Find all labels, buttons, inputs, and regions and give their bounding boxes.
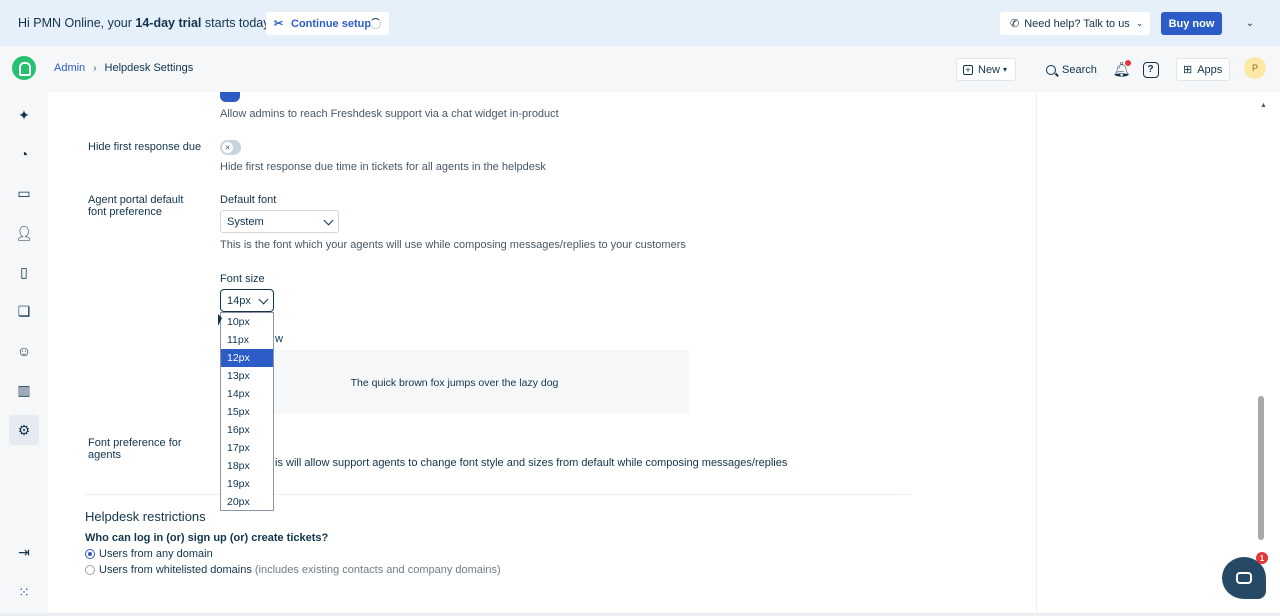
help-button[interactable]: ? xyxy=(1139,58,1162,81)
help-icon: ? xyxy=(1142,61,1159,78)
need-help-label: Need help? Talk to us xyxy=(1024,17,1130,30)
trial-text-bold: 14-day trial xyxy=(135,16,202,30)
default-font-description: This is the font which your agents will … xyxy=(220,239,686,251)
plus-square-icon: + xyxy=(963,64,973,75)
font-pref-agents-description: is will allow support agents to change f… xyxy=(275,457,788,469)
notification-dot xyxy=(1125,60,1131,66)
scroll-up-arrow-icon[interactable]: ▲ xyxy=(1260,102,1267,109)
font-pref-agents-label-line2: agents xyxy=(88,449,122,461)
search-label: Search xyxy=(1062,63,1097,76)
top-header: Admin › Helpdesk Settings + New ▾ Search… xyxy=(0,46,1280,92)
radio-whitelisted-hint: (includes existing contacts and company … xyxy=(254,564,501,576)
chevron-down-icon: ⌄ xyxy=(1135,18,1144,28)
font-preview-text: The quick brown fox jumps over the lazy … xyxy=(350,377,559,389)
agent-portal-font-label: Agent portal default xyxy=(88,194,184,206)
font-size-option[interactable]: 12px xyxy=(221,349,273,367)
breadcrumb: Admin › Helpdesk Settings xyxy=(54,62,193,74)
caret-down-icon: ▾ xyxy=(1003,65,1008,74)
avatar[interactable]: P xyxy=(1244,57,1266,79)
trial-text-prefix: Hi PMN Online, your xyxy=(18,16,136,30)
preview-label: w xyxy=(275,333,283,345)
trial-banner-text: Hi PMN Online, your 14-day trial starts … xyxy=(18,16,272,30)
font-pref-agents-label: Font preference for xyxy=(88,437,182,449)
font-preview-box: The quick brown fox jumps over the lazy … xyxy=(220,350,689,414)
radio-any-domain-label: Users from any domain xyxy=(99,548,213,560)
tools-icon: ✂ xyxy=(274,17,284,30)
radio-whitelisted-label: Users from whitelisted domains xyxy=(99,564,252,576)
radio-any-domain[interactable]: Users from any domain xyxy=(85,548,213,560)
phone-icon: ✆ xyxy=(1010,18,1020,30)
reports-icon[interactable]: ▥ xyxy=(9,375,39,405)
apps-grid-icon: ⊞ xyxy=(1183,64,1193,76)
new-label: New xyxy=(978,63,1001,76)
apps-button[interactable]: ⊞ Apps xyxy=(1176,58,1230,81)
font-size-select[interactable]: 14px xyxy=(220,289,274,312)
bot-icon[interactable]: ☺ xyxy=(9,336,39,366)
font-size-dropdown-list: 10px 11px 12px 13px 14px 15px 16px 17px 18px 19px… xyxy=(220,312,274,511)
sparkle-icon[interactable]: ✦ xyxy=(9,100,39,130)
chat-bubble-icon xyxy=(1236,572,1252,584)
tickets-icon[interactable]: ▭ xyxy=(9,178,39,208)
default-font-value: System xyxy=(227,215,264,228)
notifications-button[interactable]: 🔔︎ xyxy=(1110,58,1133,81)
chat-widget-toggle[interactable] xyxy=(220,92,240,102)
freshdesk-logo[interactable] xyxy=(12,56,36,80)
continue-setup-button[interactable]: ✂ Continue setup xyxy=(266,12,389,35)
left-sidebar: ✦ ◔ ▭ 👤︎ ▯ ❏ ☺ ▥ ⚙ ⇥ ⁙ xyxy=(0,92,48,616)
default-font-select[interactable]: System xyxy=(220,210,339,233)
font-size-option[interactable]: 20px xyxy=(221,493,273,511)
font-size-option[interactable]: 15px xyxy=(221,403,273,421)
breadcrumb-admin-link[interactable]: Admin xyxy=(54,62,85,74)
restrictions-question: Who can log in (or) sign up (or) create … xyxy=(85,532,329,544)
section-divider xyxy=(85,494,911,495)
hide-first-response-label: Hide first response due xyxy=(88,141,202,153)
hide-first-response-description: Hide first response due time in tickets … xyxy=(220,161,546,173)
font-size-label: Font size xyxy=(220,273,265,285)
chevron-down-icon xyxy=(323,215,334,226)
admin-gear-icon[interactable]: ⚙ xyxy=(9,415,39,445)
dashboard-gauge-icon[interactable]: ◔ xyxy=(9,139,39,169)
agent-portal-font-label-line2: font preference xyxy=(88,206,162,218)
font-size-value: 14px xyxy=(227,294,251,307)
need-help-button[interactable]: ✆ Need help? Talk to us ⌄ xyxy=(1000,12,1150,35)
knowledge-base-icon[interactable]: ▯ xyxy=(9,257,39,287)
font-size-option[interactable]: 11px xyxy=(221,331,273,349)
loading-spinner-icon xyxy=(370,18,381,29)
font-size-option[interactable]: 16px xyxy=(221,421,273,439)
default-font-label: Default font xyxy=(220,194,277,206)
chevron-right-icon: › xyxy=(93,62,97,74)
banner-collapse-chevron-icon[interactable]: ⌄ xyxy=(1237,12,1263,35)
mouse-cursor-icon xyxy=(218,314,222,326)
radio-whitelisted-domains[interactable]: Users from whitelisted domains (includes… xyxy=(85,564,501,576)
breadcrumb-current: Helpdesk Settings xyxy=(104,62,194,74)
chat-widget-description: Allow admins to reach Freshdesk support … xyxy=(220,108,559,120)
chat-unread-badge: 1 xyxy=(1256,552,1268,564)
radio-unselected-icon[interactable] xyxy=(85,565,95,575)
forums-icon[interactable]: ❏ xyxy=(9,296,39,326)
expand-sidebar-icon[interactable]: ⇥ xyxy=(9,537,39,567)
right-column-divider xyxy=(1036,92,1037,616)
new-button[interactable]: + New ▾ xyxy=(956,58,1016,81)
product-switcher-icon[interactable]: ⁙ xyxy=(9,577,39,607)
continue-setup-label: Continue setup xyxy=(291,17,372,30)
contacts-icon[interactable]: 👤︎ xyxy=(9,218,39,248)
buy-now-button[interactable]: Buy now xyxy=(1161,12,1222,35)
font-size-option[interactable]: 17px xyxy=(221,439,273,457)
search-icon xyxy=(1046,64,1056,75)
font-size-option[interactable]: 13px xyxy=(221,367,273,385)
font-size-option[interactable]: 19px xyxy=(221,475,273,493)
trial-text-suffix: starts today. xyxy=(201,16,273,30)
chevron-down-icon xyxy=(258,294,269,305)
scrollbar-thumb[interactable] xyxy=(1258,396,1264,540)
radio-selected-icon[interactable] xyxy=(85,549,95,559)
trial-banner: Hi PMN Online, your 14-day trial starts … xyxy=(0,0,1280,46)
font-size-option[interactable]: 10px xyxy=(221,313,273,331)
toggle-off-icon: ✕ xyxy=(222,142,233,153)
helpdesk-restrictions-title: Helpdesk restrictions xyxy=(85,509,206,524)
search-button[interactable]: Search xyxy=(1040,58,1102,81)
hide-first-response-toggle[interactable]: ✕ xyxy=(220,140,241,155)
apps-label: Apps xyxy=(1197,63,1223,76)
font-size-option[interactable]: 18px xyxy=(221,457,273,475)
font-size-option[interactable]: 14px xyxy=(221,385,273,403)
